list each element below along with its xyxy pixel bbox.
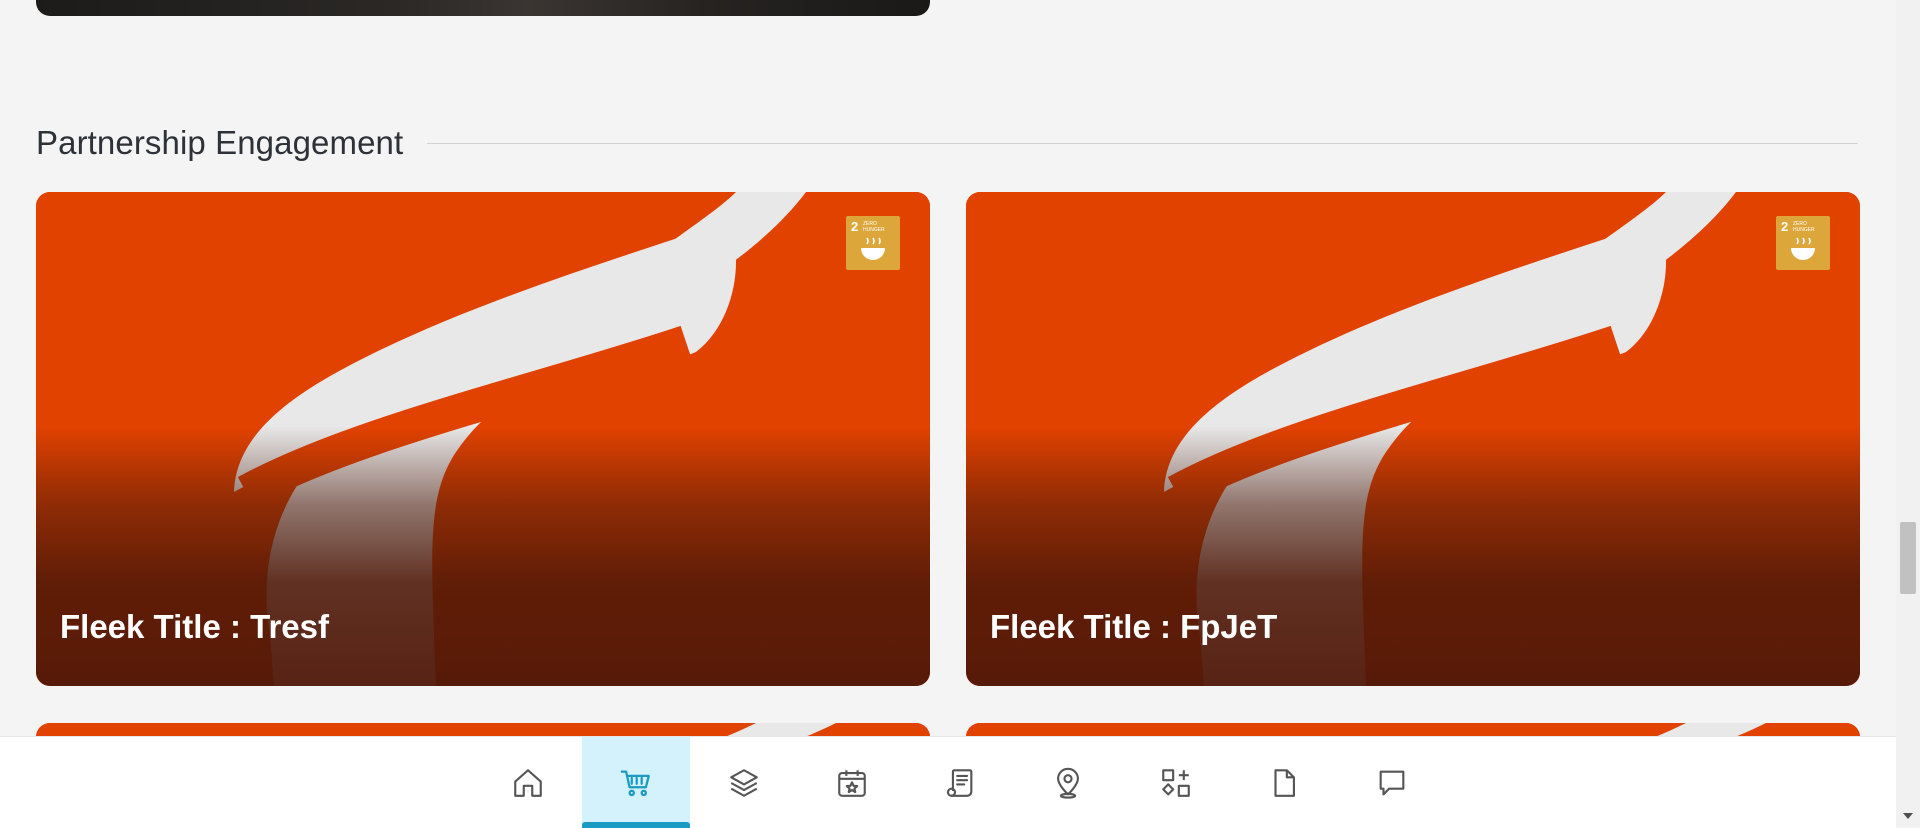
sdg-badge: 2 ZERO HUNGER [846,216,900,270]
home-icon [514,768,542,797]
scroll-down-arrow-icon[interactable] [1903,813,1913,819]
location-pin-icon [1057,767,1079,799]
chat-icon [1379,770,1405,795]
previous-card-bottom[interactable] [36,0,930,16]
nav-more-apps[interactable] [1122,737,1230,828]
page-scrollbar[interactable] [1896,0,1920,827]
layers-icon [730,768,758,797]
section-divider [427,142,1858,144]
section-header: Partnership Engagement [36,118,1858,168]
sdg-number: 2 [1781,219,1789,234]
partnership-card[interactable]: 2 ZERO HUNGER Fleek Title : FpJeT [966,192,1860,686]
nav-layers[interactable] [690,737,798,828]
calendar-star-icon [838,769,866,797]
bowl-icon [861,237,885,260]
partnership-card[interactable]: 2 ZERO HUNGER Fleek Title : Tresf [36,192,930,686]
sdg-label: ZERO HUNGER [1793,221,1815,233]
sdg-number: 2 [851,219,859,234]
bottom-navigation [0,736,1896,828]
sdg-label: ZERO HUNGER [863,221,885,233]
nav-files[interactable] [1230,737,1338,828]
nav-cart[interactable] [582,737,690,828]
nav-home[interactable] [474,737,582,828]
nav-chat[interactable] [1338,737,1446,828]
card-overlay [36,426,930,686]
bowl-icon [1791,237,1815,260]
cart-icon [620,770,650,796]
file-icon [1274,768,1295,797]
card-overlay [966,426,1860,686]
card-title: Fleek Title : FpJeT [990,608,1278,645]
section-title: Partnership Engagement [36,124,404,161]
nav-events[interactable] [798,737,906,828]
nav-documents[interactable] [906,737,1014,828]
scrollbar-thumb[interactable] [1900,522,1916,594]
nav-location[interactable] [1014,737,1122,828]
card-title: Fleek Title : Tresf [60,608,329,645]
sdg-badge: 2 ZERO HUNGER [1776,216,1830,270]
document-list-icon [946,768,973,797]
apps-add-icon [1162,768,1190,797]
